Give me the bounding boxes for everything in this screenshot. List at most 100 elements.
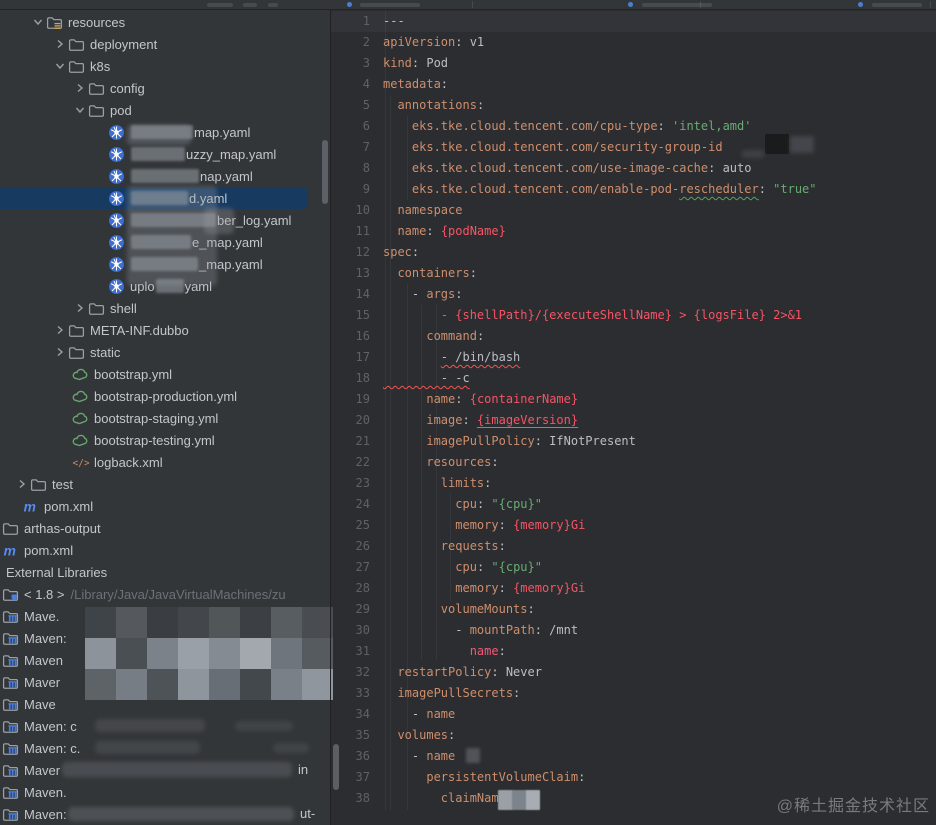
tree-item-label: bootstrap-testing.yml — [94, 432, 215, 448]
code-line-36[interactable]: 36 - name — [331, 746, 936, 767]
code-line-29[interactable]: 29 volumeMounts: — [331, 599, 936, 620]
code-line-14[interactable]: 14 - args: — [331, 284, 936, 305]
redaction-blur — [273, 743, 309, 753]
code-text: spec: — [383, 245, 420, 259]
tree-item-label: logback.xml — [94, 454, 163, 470]
blurred-text — [131, 147, 185, 161]
line-number: 33 — [355, 686, 370, 700]
code-line-18[interactable]: 18 - -c — [331, 368, 936, 389]
lib-icon — [2, 762, 19, 779]
tree-item-resources[interactable]: resources — [0, 11, 360, 33]
chevron-down-icon[interactable] — [72, 102, 88, 118]
code-area[interactable]: 1 --- 2 apiVersion: v1 3 kind: Pod 4 metadata: 5… — [331, 11, 936, 809]
chevron-right-icon[interactable] — [14, 476, 30, 492]
code-text: image: {imageVersion} — [426, 413, 579, 427]
code-line-23[interactable]: 23 limits: — [331, 473, 936, 494]
chevron-right-icon[interactable] — [52, 322, 68, 338]
tree-item-pom.xml[interactable]: m pom.xml — [0, 495, 352, 517]
tree-item-test[interactable]: test — [0, 473, 344, 495]
mosaic-cell — [209, 638, 240, 669]
code-text: - mountPath: /mnt — [383, 623, 579, 637]
chevron-right-icon[interactable] — [52, 344, 68, 360]
mosaic-cell — [302, 669, 333, 700]
code-line-20[interactable]: 20 image: {imageVersion} — [331, 410, 936, 431]
line-number: 11 — [355, 224, 370, 238]
tree-scrollbar[interactable] — [322, 140, 328, 204]
mosaic-cell — [178, 669, 209, 700]
code-line-24[interactable]: 24 cpu: "{cpu}" — [331, 494, 936, 515]
code-line-1[interactable]: 1 --- — [331, 11, 936, 32]
code-line-19[interactable]: 19 name: {containerName} — [331, 389, 936, 410]
code-line-34[interactable]: 34 - name — [331, 704, 936, 725]
code-line-30[interactable]: 30 - mountPath: /mnt — [331, 620, 936, 641]
code-line-6[interactable]: 6 eks.tke.cloud.tencent.com/cpu-type: 'i… — [331, 116, 936, 137]
tree-item--1.8-[interactable]: < 1.8 > /Library/Java/JavaVirtualMachines… — [0, 583, 332, 605]
k8s-icon — [108, 146, 125, 163]
code-line-37[interactable]: 37 persistentVolumeClaim: — [331, 767, 936, 788]
line-number: 10 — [355, 203, 370, 217]
tree-item-arthas-output[interactable]: arthas-output — [0, 517, 332, 539]
tree-item-label: Mave. — [24, 608, 60, 624]
code-text: requests: — [440, 539, 506, 553]
tree-item-label: Maven: — [24, 806, 67, 822]
folder-icon — [88, 300, 105, 317]
code-line-21[interactable]: 21 imagePullPolicy: IfNotPresent — [331, 431, 936, 452]
code-text: - {shellPath}/{executeShellName} > {logs… — [440, 308, 803, 322]
jdk-icon — [2, 586, 19, 603]
tab-title-fragment — [243, 3, 257, 7]
tree-item-deployment[interactable]: deployment — [0, 33, 382, 55]
line-number: 14 — [355, 287, 370, 301]
code-line-12[interactable]: 12 spec: — [331, 242, 936, 263]
code-line-8[interactable]: 8 eks.tke.cloud.tencent.com/use-image-ca… — [331, 158, 936, 179]
code-line-16[interactable]: 16 command: — [331, 326, 936, 347]
tree-item-pom.xml[interactable]: m pom.xml — [0, 539, 332, 561]
code-line-26[interactable]: 26 requests: — [331, 536, 936, 557]
code-line-7[interactable]: 7 eks.tke.cloud.tencent.com/security-gro… — [331, 137, 936, 158]
chevron-down-icon[interactable] — [52, 58, 68, 74]
code-line-35[interactable]: 35 volumes: — [331, 725, 936, 746]
lib-icon — [2, 630, 19, 647]
code-line-11[interactable]: 11 name: {podName} — [331, 221, 936, 242]
code-line-31[interactable]: 31 name: — [331, 641, 936, 662]
tree-item-external-libraries[interactable]: External Libraries — [0, 561, 336, 583]
tree-item-static[interactable]: static — [0, 341, 382, 363]
svg-text:m: m — [24, 498, 36, 514]
line-number: 23 — [355, 476, 370, 490]
lib-icon — [2, 674, 19, 691]
tree-item-label: test — [52, 476, 73, 492]
code-line-5[interactable]: 5 annotations: — [331, 95, 936, 116]
chevron-right-icon[interactable] — [52, 36, 68, 52]
code-line-25[interactable]: 25 memory: {memory}Gi — [331, 515, 936, 536]
code-line-9[interactable]: 9 eks.tke.cloud.tencent.com/enable-pod-r… — [331, 179, 936, 200]
code-text: - -c — [383, 371, 470, 385]
tree-item-label: static — [90, 344, 121, 360]
code-line-15[interactable]: 15 - {shellPath}/{executeShellName} > {l… — [331, 305, 936, 326]
folder-icon — [88, 80, 105, 97]
code-line-32[interactable]: 32 restartPolicy: Never — [331, 662, 936, 683]
chevron-right-icon[interactable] — [72, 300, 88, 316]
code-line-10[interactable]: 10 namespace — [331, 200, 936, 221]
editor-tab-strip[interactable] — [0, 0, 936, 10]
code-line-28[interactable]: 28 memory: {memory}Gi — [331, 578, 936, 599]
tree-item-maven.[interactable]: Maven. — [0, 781, 332, 803]
tree-item-meta-inf.dubbo[interactable]: META-INF.dubbo — [0, 319, 382, 341]
code-line-13[interactable]: 13 containers: — [331, 263, 936, 284]
code-line-17[interactable]: 17 - /bin/bash — [331, 347, 936, 368]
chevron-right-icon[interactable] — [72, 80, 88, 96]
code-line-4[interactable]: 4 metadata: — [331, 74, 936, 95]
code-line-27[interactable]: 27 cpu: "{cpu}" — [331, 557, 936, 578]
mosaic-cell — [302, 607, 333, 638]
code-line-3[interactable]: 3 kind: Pod — [331, 53, 936, 74]
code-line-22[interactable]: 22 resources: — [331, 452, 936, 473]
redaction-blur — [68, 807, 294, 821]
code-line-33[interactable]: 33 imagePullSecrets: — [331, 683, 936, 704]
panel-divider[interactable] — [330, 0, 331, 825]
line-number: 24 — [355, 497, 370, 511]
chevron-down-icon[interactable] — [30, 14, 46, 30]
code-line-2[interactable]: 2 apiVersion: v1 — [331, 32, 936, 53]
tree-item-k8s[interactable]: k8s — [0, 55, 382, 77]
blurred-text — [131, 169, 199, 183]
tree-item-label: pom.xml — [24, 542, 74, 558]
mosaic-cell — [116, 669, 147, 700]
mosaic-cell — [85, 607, 116, 638]
